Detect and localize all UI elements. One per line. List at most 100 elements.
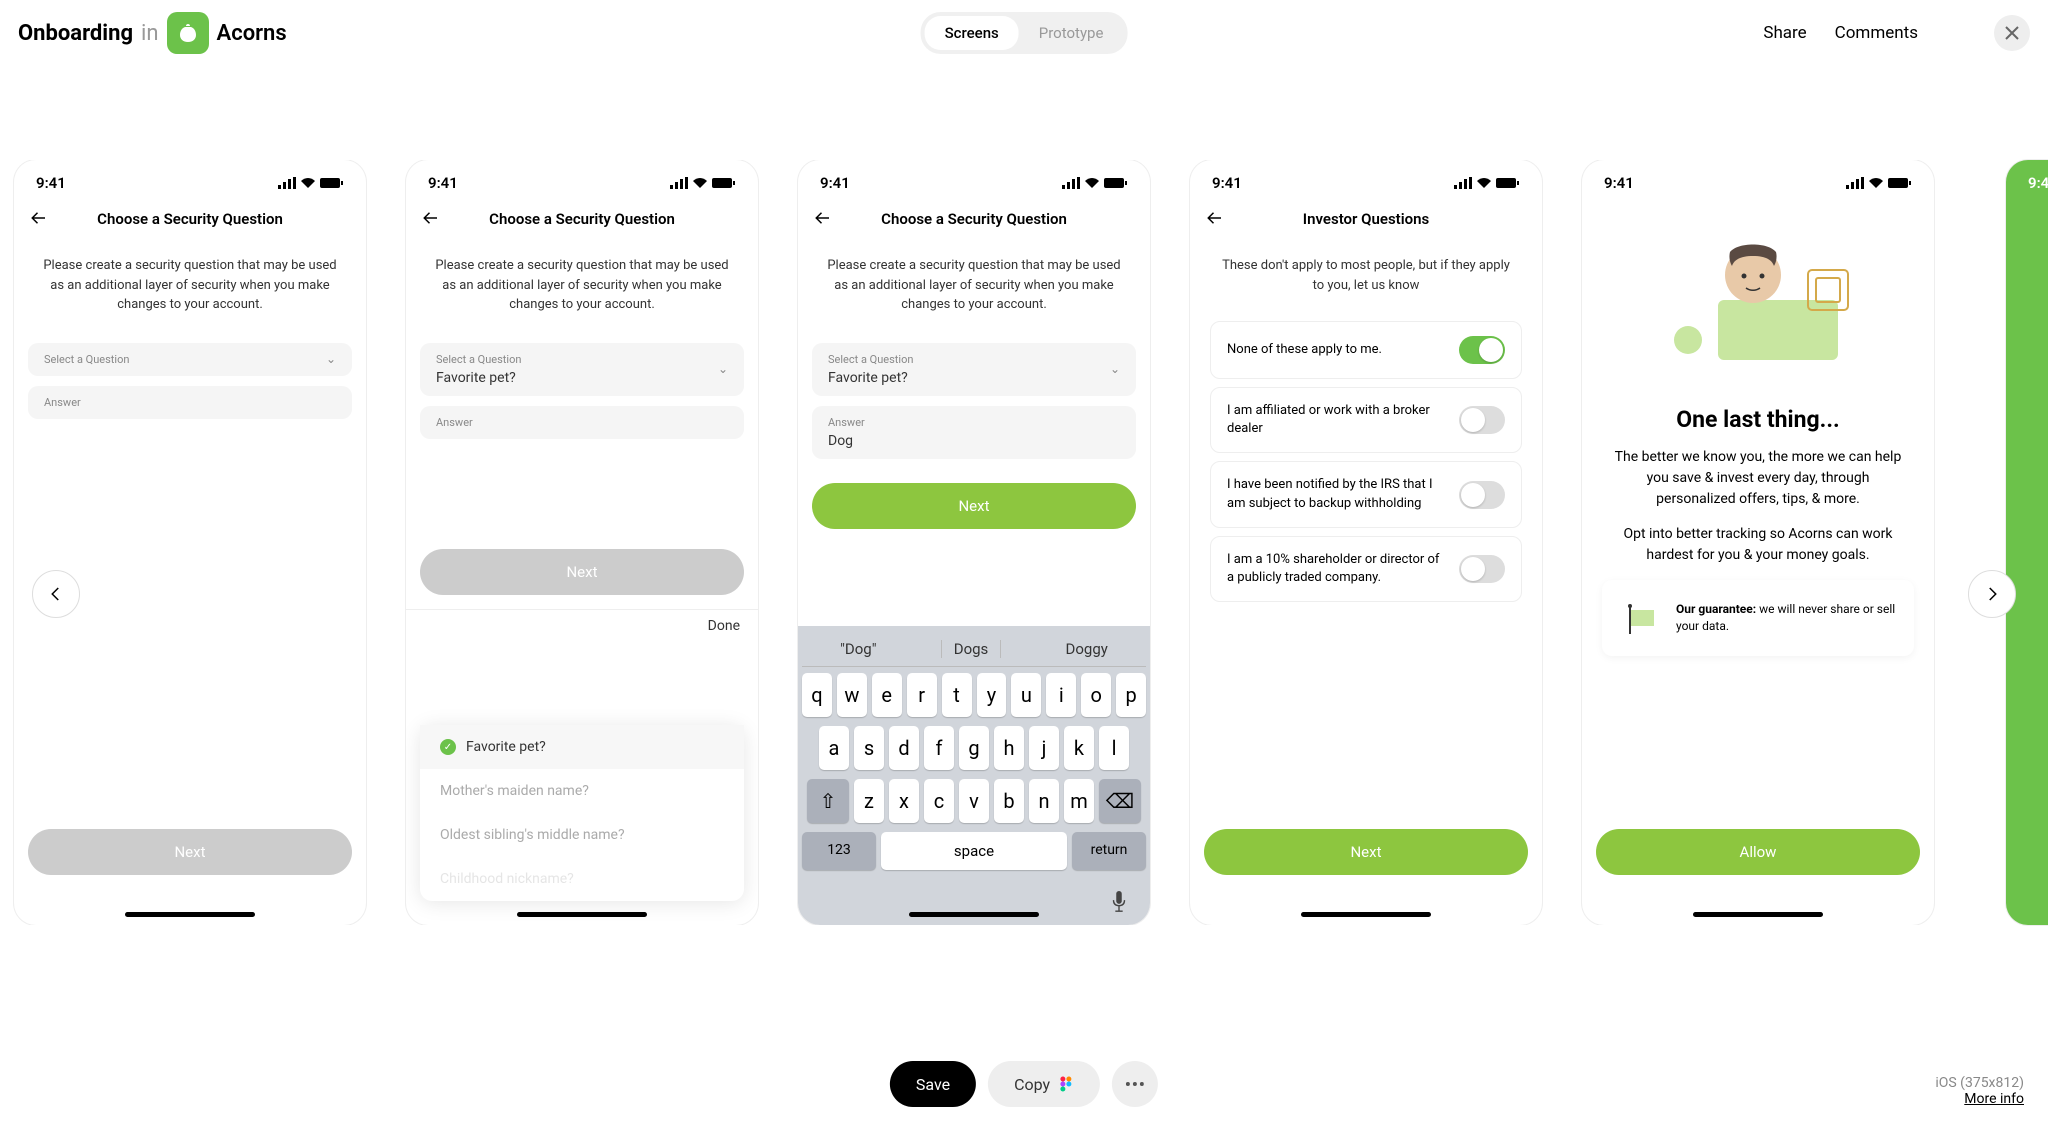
arrow-left-icon [812, 209, 834, 227]
copy-button[interactable]: Copy [988, 1061, 1100, 1107]
keyboard-row: 123 space return [802, 832, 1146, 870]
header-right: Share Comments [1763, 15, 2030, 51]
keyboard-key[interactable]: b [994, 779, 1024, 823]
more-button[interactable] [1112, 1061, 1158, 1107]
keyboard-suggestions: "Dog" Dogs Doggy [802, 632, 1146, 667]
screens-canvas[interactable]: 9:41 Choose a Security Question Please c… [0, 160, 2048, 925]
keyboard-suggestion[interactable]: Dogs [941, 640, 1002, 658]
keyboard-suggestion[interactable]: Doggy [1054, 640, 1120, 658]
next-button[interactable]: Next [812, 483, 1136, 529]
screen-5[interactable]: 9:41 One last thing... The better we kno… [1582, 160, 1934, 925]
keyboard-key[interactable]: z [854, 779, 884, 823]
toggle-switch[interactable] [1459, 481, 1505, 509]
arrow-left-icon [1204, 209, 1226, 227]
dropdown-option[interactable]: Childhood nickname? [420, 857, 744, 901]
keyboard-key[interactable]: i [1046, 673, 1076, 717]
tab-screens[interactable]: Screens [925, 16, 1019, 50]
status-time: 9:41 [428, 174, 458, 192]
keyboard-key[interactable]: p [1116, 673, 1146, 717]
field-label: Select a Question [44, 353, 336, 366]
keyboard-key[interactable]: n [1029, 779, 1059, 823]
keyboard-key[interactable]: o [1081, 673, 1111, 717]
keyboard-key[interactable]: h [994, 726, 1024, 770]
answer-field[interactable]: Answer [28, 386, 352, 419]
keyboard-key[interactable]: g [959, 726, 989, 770]
next-screen-button[interactable] [1968, 570, 2016, 618]
dimensions-label: iOS (375x812) [1935, 1075, 2024, 1091]
app-header: Onboarding in Acorns Screens Prototype S… [0, 0, 2048, 66]
select-question-field[interactable]: Select a Question Favorite pet? ⌄ [812, 343, 1136, 396]
space-key[interactable]: space [881, 832, 1067, 870]
status-time: 9:41 [1604, 174, 1634, 192]
select-question-field[interactable]: Select a Question ⌄ [28, 343, 352, 376]
screen-2[interactable]: 9:41 Choose a Security Question Please c… [406, 160, 758, 925]
toggle-switch[interactable] [1459, 406, 1505, 434]
numeric-key[interactable]: 123 [802, 832, 876, 870]
field-label: Select a Question [828, 353, 1120, 366]
toggle-switch[interactable] [1459, 336, 1505, 364]
dropdown-option[interactable]: Oldest sibling's middle name? [420, 813, 744, 857]
screen-4[interactable]: 9:41 Investor Questions These don't appl… [1190, 160, 1542, 925]
dropdown-option[interactable]: Mother's maiden name? [420, 769, 744, 813]
back-button[interactable] [28, 205, 50, 233]
keyboard-key[interactable]: t [942, 673, 972, 717]
keyboard-key[interactable]: j [1029, 726, 1059, 770]
shift-key[interactable]: ⇧ [807, 779, 849, 823]
next-button[interactable]: Next [28, 829, 352, 875]
screen-6-partial[interactable]: 9:41 All This [2006, 160, 2048, 925]
screen-description: Please create a security question that m… [798, 238, 1150, 333]
answer-field[interactable]: Answer Dog [812, 406, 1136, 459]
answer-field[interactable]: Answer [420, 406, 744, 439]
keyboard-key[interactable]: e [872, 673, 902, 717]
return-key[interactable]: return [1072, 832, 1146, 870]
screen-3[interactable]: 9:41 Choose a Security Question Please c… [798, 160, 1150, 925]
status-icons [670, 177, 736, 189]
screen-1[interactable]: 9:41 Choose a Security Question Please c… [14, 160, 366, 925]
keyboard-suggestion[interactable]: "Dog" [828, 640, 888, 658]
keyboard-key[interactable]: k [1064, 726, 1094, 770]
prev-screen-button[interactable] [32, 570, 80, 618]
field-label: Answer [436, 416, 728, 429]
keyboard-key[interactable]: y [977, 673, 1007, 717]
keyboard-key[interactable]: c [924, 779, 954, 823]
close-button[interactable] [1994, 15, 2030, 51]
status-bar: 9:41 [2006, 160, 2048, 200]
keyboard-key[interactable]: a [819, 726, 849, 770]
next-button[interactable]: Next [1204, 829, 1528, 875]
field-label: Answer [828, 416, 1120, 429]
share-button[interactable]: Share [1763, 23, 1806, 43]
backspace-key[interactable]: ⌫ [1099, 779, 1141, 823]
next-button[interactable]: Next [420, 549, 744, 595]
allow-button[interactable]: Allow [1596, 829, 1920, 875]
keyboard-key[interactable]: l [1099, 726, 1129, 770]
keyboard-key[interactable]: v [959, 779, 989, 823]
mic-icon[interactable] [1108, 889, 1130, 915]
signal-icon [1454, 177, 1472, 189]
done-button[interactable]: Done [406, 609, 758, 642]
tab-prototype[interactable]: Prototype [1019, 16, 1124, 50]
battery-icon [712, 177, 736, 189]
keyboard-key[interactable]: u [1011, 673, 1041, 717]
toggle-switch[interactable] [1459, 555, 1505, 583]
arrow-right-icon [1983, 585, 2001, 603]
keyboard-key[interactable]: m [1064, 779, 1094, 823]
page-title: Onboarding [18, 21, 133, 46]
back-button[interactable] [420, 205, 442, 233]
save-button[interactable]: Save [890, 1061, 976, 1107]
keyboard-key[interactable]: w [837, 673, 867, 717]
keyboard-key[interactable]: x [889, 779, 919, 823]
dropdown-option[interactable]: ✓Favorite pet? [420, 725, 744, 769]
select-question-field[interactable]: Select a Question Favorite pet? ⌄ [420, 343, 744, 396]
keyboard-key[interactable]: s [854, 726, 884, 770]
back-button[interactable] [1204, 205, 1226, 233]
more-info-link[interactable]: More info [1935, 1091, 2024, 1107]
toggle-row: None of these apply to me. [1210, 321, 1522, 379]
screen-title: Choose a Security Question [28, 210, 352, 228]
keyboard-key[interactable]: f [924, 726, 954, 770]
keyboard-key[interactable]: q [802, 673, 832, 717]
comments-button[interactable]: Comments [1835, 23, 1918, 43]
keyboard-key[interactable]: d [889, 726, 919, 770]
field-value: Favorite pet? [828, 370, 1120, 386]
keyboard-key[interactable]: r [907, 673, 937, 717]
back-button[interactable] [812, 205, 834, 233]
